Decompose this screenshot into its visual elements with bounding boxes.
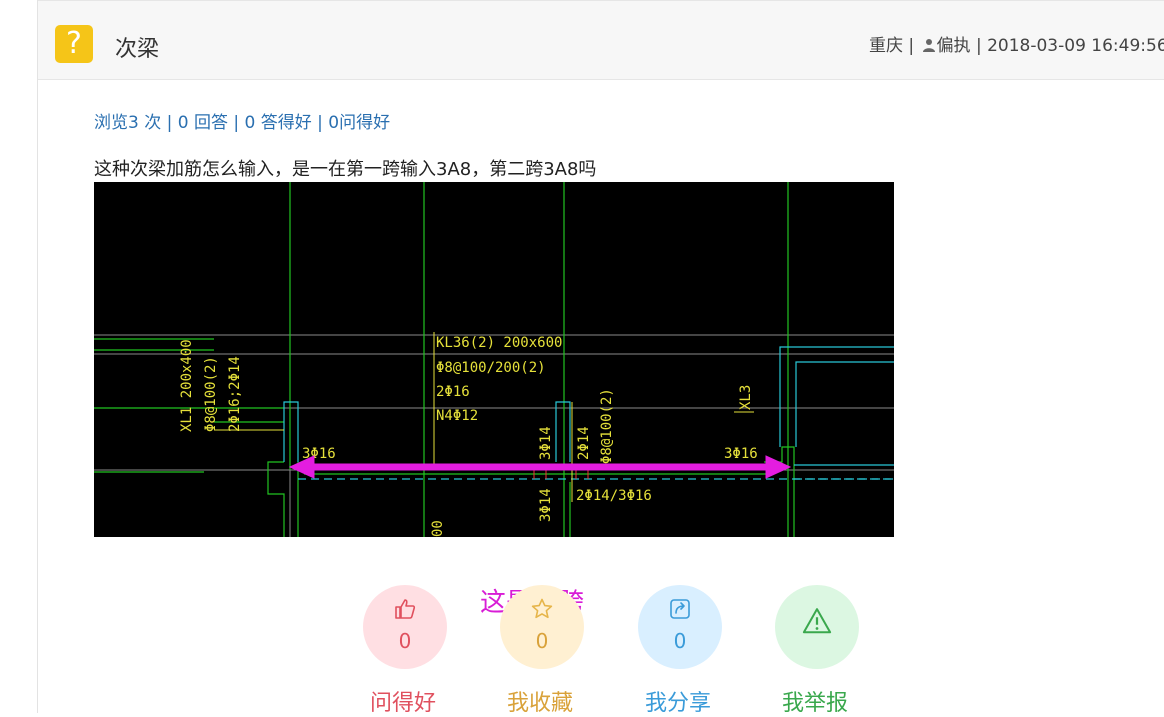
question-header: ? 次梁 重庆 | 偏执 | 2018-03-09 16:49:56	[38, 0, 1164, 80]
cad-drawing-image: KL36(2) 200x600 Φ8@100/200(2) 2Φ16 N4Φ12…	[94, 182, 894, 537]
share-icon	[670, 599, 690, 619]
good-question-button[interactable]: 0	[363, 585, 447, 669]
username-link[interactable]: 偏执	[937, 36, 971, 56]
cad-label-xl1-stirrup: Φ8@100(2)	[203, 356, 219, 432]
content-left-border	[37, 0, 38, 713]
report-label[interactable]: 我举报	[755, 685, 875, 717]
cad-label-xl3: XL3	[738, 385, 754, 410]
share-button[interactable]: 0	[638, 585, 722, 669]
cad-label-mid-stirrup: Φ8@100(2)	[599, 388, 615, 464]
cad-label-mid-top: 3Φ14	[538, 426, 554, 460]
good-question-label[interactable]: 问得好	[343, 685, 463, 717]
good-question-count: 0	[398, 629, 412, 653]
separator: |	[903, 36, 920, 56]
star-icon	[531, 598, 553, 619]
cad-label-right-support: 3Φ16	[724, 446, 758, 462]
cad-label-mid-bottom: 3Φ14	[538, 488, 554, 522]
question-stats: 浏览3 次 | 0 回答 | 0 答得好 | 0问得好	[94, 113, 391, 133]
cad-label-mid-bars: 2Φ14	[576, 426, 592, 460]
share-count: 0	[673, 629, 687, 653]
favorite-button[interactable]: 0	[500, 585, 584, 669]
question-body: 这种次梁加筋怎么输入，是一在第一跨输入3A8，第二跨3A8吗	[94, 159, 597, 180]
question-meta: 重庆 | 偏执 | 2018-03-09 16:49:56	[869, 31, 1164, 56]
question-mark-icon: ?	[55, 25, 93, 63]
cad-label-xl1-bars: 2Φ16;2Φ14	[227, 356, 243, 432]
share-label[interactable]: 我分享	[618, 685, 738, 717]
separator: |	[970, 36, 988, 56]
report-button[interactable]	[775, 585, 859, 669]
user-icon	[922, 39, 935, 52]
location-link[interactable]: 重庆	[869, 36, 903, 56]
post-datetime: 2018-03-09 16:49:56	[987, 36, 1164, 56]
thumbs-up-icon	[395, 599, 416, 619]
cad-label-xl1: XL1 200x400	[179, 339, 195, 432]
favorite-count: 0	[535, 629, 549, 653]
cad-label-kl36: KL36(2) 200x600	[436, 335, 562, 351]
cad-label-kl36-stirrup: Φ8@100/200(2)	[436, 360, 546, 376]
favorite-label[interactable]: 我收藏	[480, 685, 600, 717]
warning-icon	[802, 608, 832, 634]
cad-drawing: KL36(2) 200x600 Φ8@100/200(2) 2Φ16 N4Φ12…	[94, 182, 894, 537]
cad-label-kl36-side: N4Φ12	[436, 408, 478, 424]
cad-label-bottom: 00	[430, 520, 446, 537]
cad-label-kl36-top: 2Φ16	[436, 384, 470, 400]
cad-label-mid-span: 2Φ14/3Φ16	[576, 488, 652, 504]
question-title: 次梁	[115, 37, 160, 62]
